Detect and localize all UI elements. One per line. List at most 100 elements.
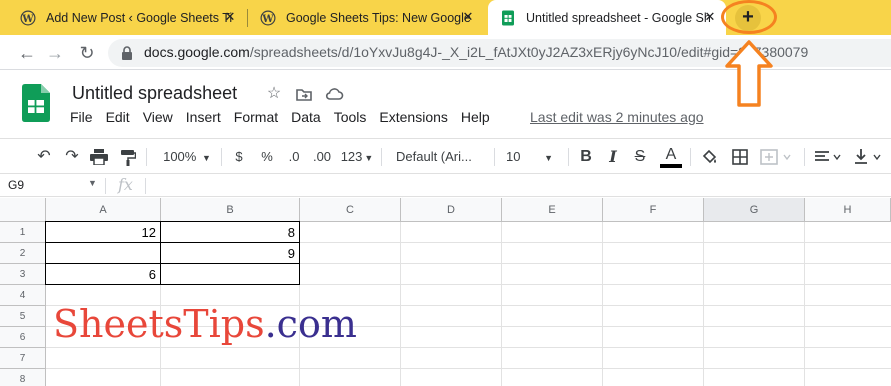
row-header-8[interactable]: 8: [0, 369, 46, 386]
menu-view[interactable]: View: [143, 109, 173, 129]
sheets-logo-icon[interactable]: [22, 84, 50, 122]
sheets-icon: [502, 10, 514, 25]
browser-tab-2[interactable]: W Google Sheets Tips: New Google ✕: [248, 0, 484, 35]
column-header-e[interactable]: E: [502, 198, 603, 222]
cell-a3[interactable]: 6: [46, 264, 160, 285]
zoom-value: 100%: [163, 149, 197, 164]
star-icon[interactable]: ☆: [264, 84, 284, 104]
increase-decimal-button[interactable]: .00: [310, 139, 334, 175]
font-size-value: 10: [506, 149, 521, 164]
row-header-5[interactable]: 5: [0, 306, 46, 327]
browser-tab-1[interactable]: W Add New Post ‹ Google Sheets Ti ✕: [8, 0, 246, 35]
menu-data[interactable]: Data: [291, 109, 321, 129]
back-arrow-icon[interactable]: ←: [16, 42, 38, 64]
dropdown-arrow-icon: ▼: [544, 153, 554, 163]
currency-format-button[interactable]: $: [230, 139, 248, 175]
toolbar-separator: [381, 148, 382, 166]
undo-icon[interactable]: ↶: [33, 139, 55, 175]
menu-extensions[interactable]: Extensions: [379, 109, 447, 129]
column-header-b[interactable]: B: [161, 198, 300, 222]
screenshot-root: W Add New Post ‹ Google Sheets Ti ✕ W Go…: [0, 0, 891, 386]
font-family-value: Default (Ari...: [396, 149, 472, 164]
menu-help[interactable]: Help: [461, 109, 490, 129]
gridline: [602, 222, 603, 386]
toolbar-separator: [221, 148, 222, 166]
watermark-part2: .com: [264, 302, 357, 346]
gridline: [804, 222, 805, 386]
formula-separator: [145, 178, 146, 194]
dropdown-arrow-icon[interactable]: ▼: [88, 178, 97, 188]
gridline: [46, 368, 891, 369]
browser-tab-3-active[interactable]: Untitled spreadsheet - Google Sh ✕: [488, 0, 726, 35]
svg-text:W: W: [21, 13, 34, 24]
reload-icon[interactable]: ↻: [76, 42, 98, 64]
text-color-button[interactable]: A: [660, 139, 682, 175]
menu-file[interactable]: File: [70, 109, 93, 129]
wordpress-icon: W: [20, 10, 36, 25]
highlight-circle: [721, 0, 777, 34]
print-icon[interactable]: [90, 149, 108, 165]
menu-format[interactable]: Format: [234, 109, 278, 129]
close-icon[interactable]: ✕: [222, 9, 238, 25]
toolbar-separator: [494, 148, 495, 166]
watermark-part1: SheetsTips: [53, 302, 265, 346]
italic-button[interactable]: I: [605, 139, 621, 175]
font-size-select[interactable]: 10 ▼: [506, 139, 562, 175]
cell-b1[interactable]: 8: [161, 222, 299, 243]
row-header-6[interactable]: 6: [0, 327, 46, 348]
name-box[interactable]: G9: [8, 178, 24, 192]
spreadsheet-grid[interactable]: A B C D E F G H 1 2 3 4 5 6 7 8 12 8 9 6: [0, 198, 891, 386]
forward-arrow-icon[interactable]: →: [44, 42, 66, 64]
borders-icon[interactable]: [732, 149, 748, 165]
dropdown-arrow-icon: ▼: [201, 153, 211, 163]
more-formats-label: 123: [340, 149, 363, 164]
column-header-a[interactable]: A: [46, 198, 161, 222]
column-header-f[interactable]: F: [603, 198, 704, 222]
menu-tools[interactable]: Tools: [334, 109, 367, 129]
document-title[interactable]: Untitled spreadsheet: [72, 83, 237, 104]
url-text: docs.google.com/spreadsheets/d/1oYxvJu8g…: [144, 44, 808, 60]
decrease-decimal-button[interactable]: .0: [284, 139, 304, 175]
paint-format-icon[interactable]: [120, 149, 136, 166]
gridline: [703, 222, 704, 386]
text-color-label: A: [665, 146, 677, 163]
row-header-1[interactable]: 1: [0, 222, 46, 243]
move-to-folder-icon[interactable]: [294, 84, 314, 104]
gridline: [501, 222, 502, 386]
column-header-d[interactable]: D: [401, 198, 502, 222]
toolbar-separator: [146, 148, 147, 166]
horizontal-align-icon[interactable]: [814, 150, 846, 164]
cloud-status-icon[interactable]: [324, 84, 344, 104]
annotation-arrow: [725, 40, 773, 107]
tab-title: Add New Post ‹ Google Sheets Ti: [46, 10, 233, 25]
font-family-select[interactable]: Default (Ari... ▼: [396, 139, 486, 199]
column-header-c[interactable]: C: [300, 198, 401, 222]
merge-cells-icon[interactable]: [760, 149, 792, 165]
menu-insert[interactable]: Insert: [186, 109, 221, 129]
close-icon[interactable]: ✕: [702, 9, 718, 25]
more-formats-select[interactable]: 123 ▼: [340, 139, 374, 175]
menu-edit[interactable]: Edit: [106, 109, 130, 129]
row-header-4[interactable]: 4: [0, 285, 46, 306]
row-header-3[interactable]: 3: [0, 264, 46, 285]
percent-format-button[interactable]: %: [258, 139, 276, 175]
redo-icon[interactable]: ↷: [61, 139, 83, 175]
last-edit-link[interactable]: Last edit was 2 minutes ago: [530, 109, 704, 125]
vertical-align-icon[interactable]: [854, 148, 886, 166]
zoom-select[interactable]: 100% ▼: [158, 139, 216, 175]
select-all-corner[interactable]: [0, 198, 46, 222]
menu-bar: File Edit View Insert Format Data Tools …: [70, 109, 503, 129]
fill-color-icon[interactable]: [701, 148, 719, 166]
column-header-h[interactable]: H: [805, 198, 891, 222]
toolbar-separator: [568, 148, 569, 166]
row-header-7[interactable]: 7: [0, 348, 46, 369]
row-header-2[interactable]: 2: [0, 243, 46, 264]
lock-icon: [122, 46, 132, 60]
cell-a1[interactable]: 12: [46, 222, 160, 243]
column-header-g[interactable]: G: [704, 198, 805, 222]
cell-b2[interactable]: 9: [161, 243, 299, 264]
close-icon[interactable]: ✕: [460, 9, 476, 25]
strikethrough-button[interactable]: S: [632, 139, 648, 175]
formula-separator: [105, 178, 106, 194]
bold-button[interactable]: B: [578, 139, 594, 175]
